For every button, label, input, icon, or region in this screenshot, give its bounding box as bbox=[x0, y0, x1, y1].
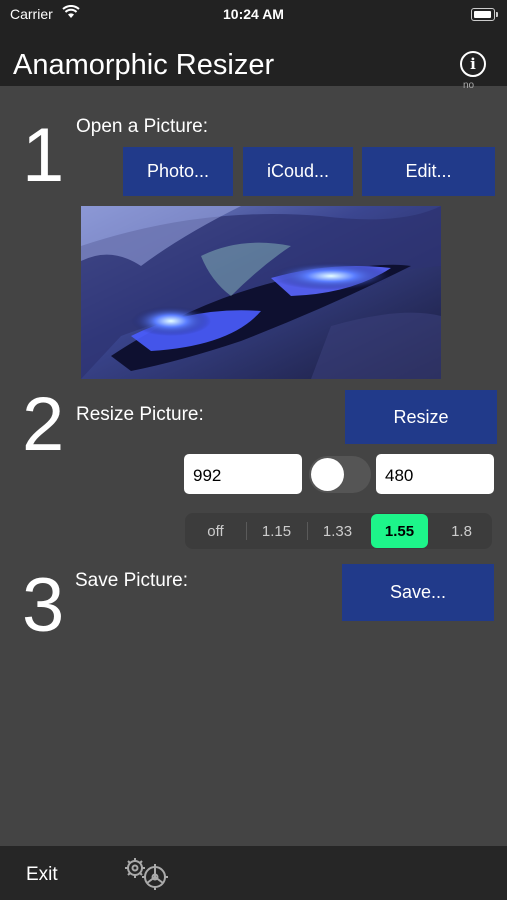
exit-button[interactable]: Exit bbox=[26, 864, 58, 886]
ratio-segmented-control: off 1.15 1.33 1.55 1.8 bbox=[185, 513, 492, 549]
photo-button[interactable]: Photo... bbox=[123, 147, 233, 196]
settings-gears-icon[interactable] bbox=[122, 856, 174, 894]
toggle-knob bbox=[311, 458, 344, 491]
info-icon[interactable]: i bbox=[460, 51, 486, 77]
ratio-option-1-15[interactable]: 1.15 bbox=[246, 513, 307, 549]
ratio-option-1-55[interactable]: 1.55 bbox=[371, 514, 428, 548]
battery-icon bbox=[471, 8, 498, 21]
edit-button[interactable]: Edit... bbox=[362, 147, 495, 196]
ratio-option-1-33[interactable]: 1.33 bbox=[307, 513, 368, 549]
ratio-option-1-8[interactable]: 1.8 bbox=[431, 513, 492, 549]
clock: 10:24 AM bbox=[223, 6, 284, 22]
width-field[interactable]: 992 bbox=[184, 454, 302, 494]
aspect-toggle[interactable] bbox=[309, 456, 371, 493]
info-label: no bbox=[463, 80, 475, 91]
picture-preview bbox=[81, 206, 441, 379]
step-3-number: 3 bbox=[22, 563, 65, 648]
step-3-label: Save Picture: bbox=[75, 570, 188, 591]
app-title: Anamorphic Resizer bbox=[13, 49, 275, 81]
icloud-button[interactable]: iCoud... bbox=[243, 147, 353, 196]
save-button[interactable]: Save... bbox=[342, 564, 494, 621]
step-2-number: 2 bbox=[22, 382, 65, 467]
ratio-option-off[interactable]: off bbox=[185, 513, 246, 549]
step-1-number: 1 bbox=[22, 113, 65, 198]
resize-button[interactable]: Resize bbox=[345, 390, 497, 444]
status-bar: Carrier 10:24 AM bbox=[0, 0, 507, 30]
bottom-toolbar: Exit bbox=[0, 846, 507, 900]
step-2-label: Resize Picture: bbox=[76, 404, 204, 425]
height-field[interactable]: 480 bbox=[376, 454, 494, 494]
step-1-label: Open a Picture: bbox=[76, 116, 209, 137]
nav-bar: Anamorphic Resizer i no bbox=[0, 30, 507, 91]
